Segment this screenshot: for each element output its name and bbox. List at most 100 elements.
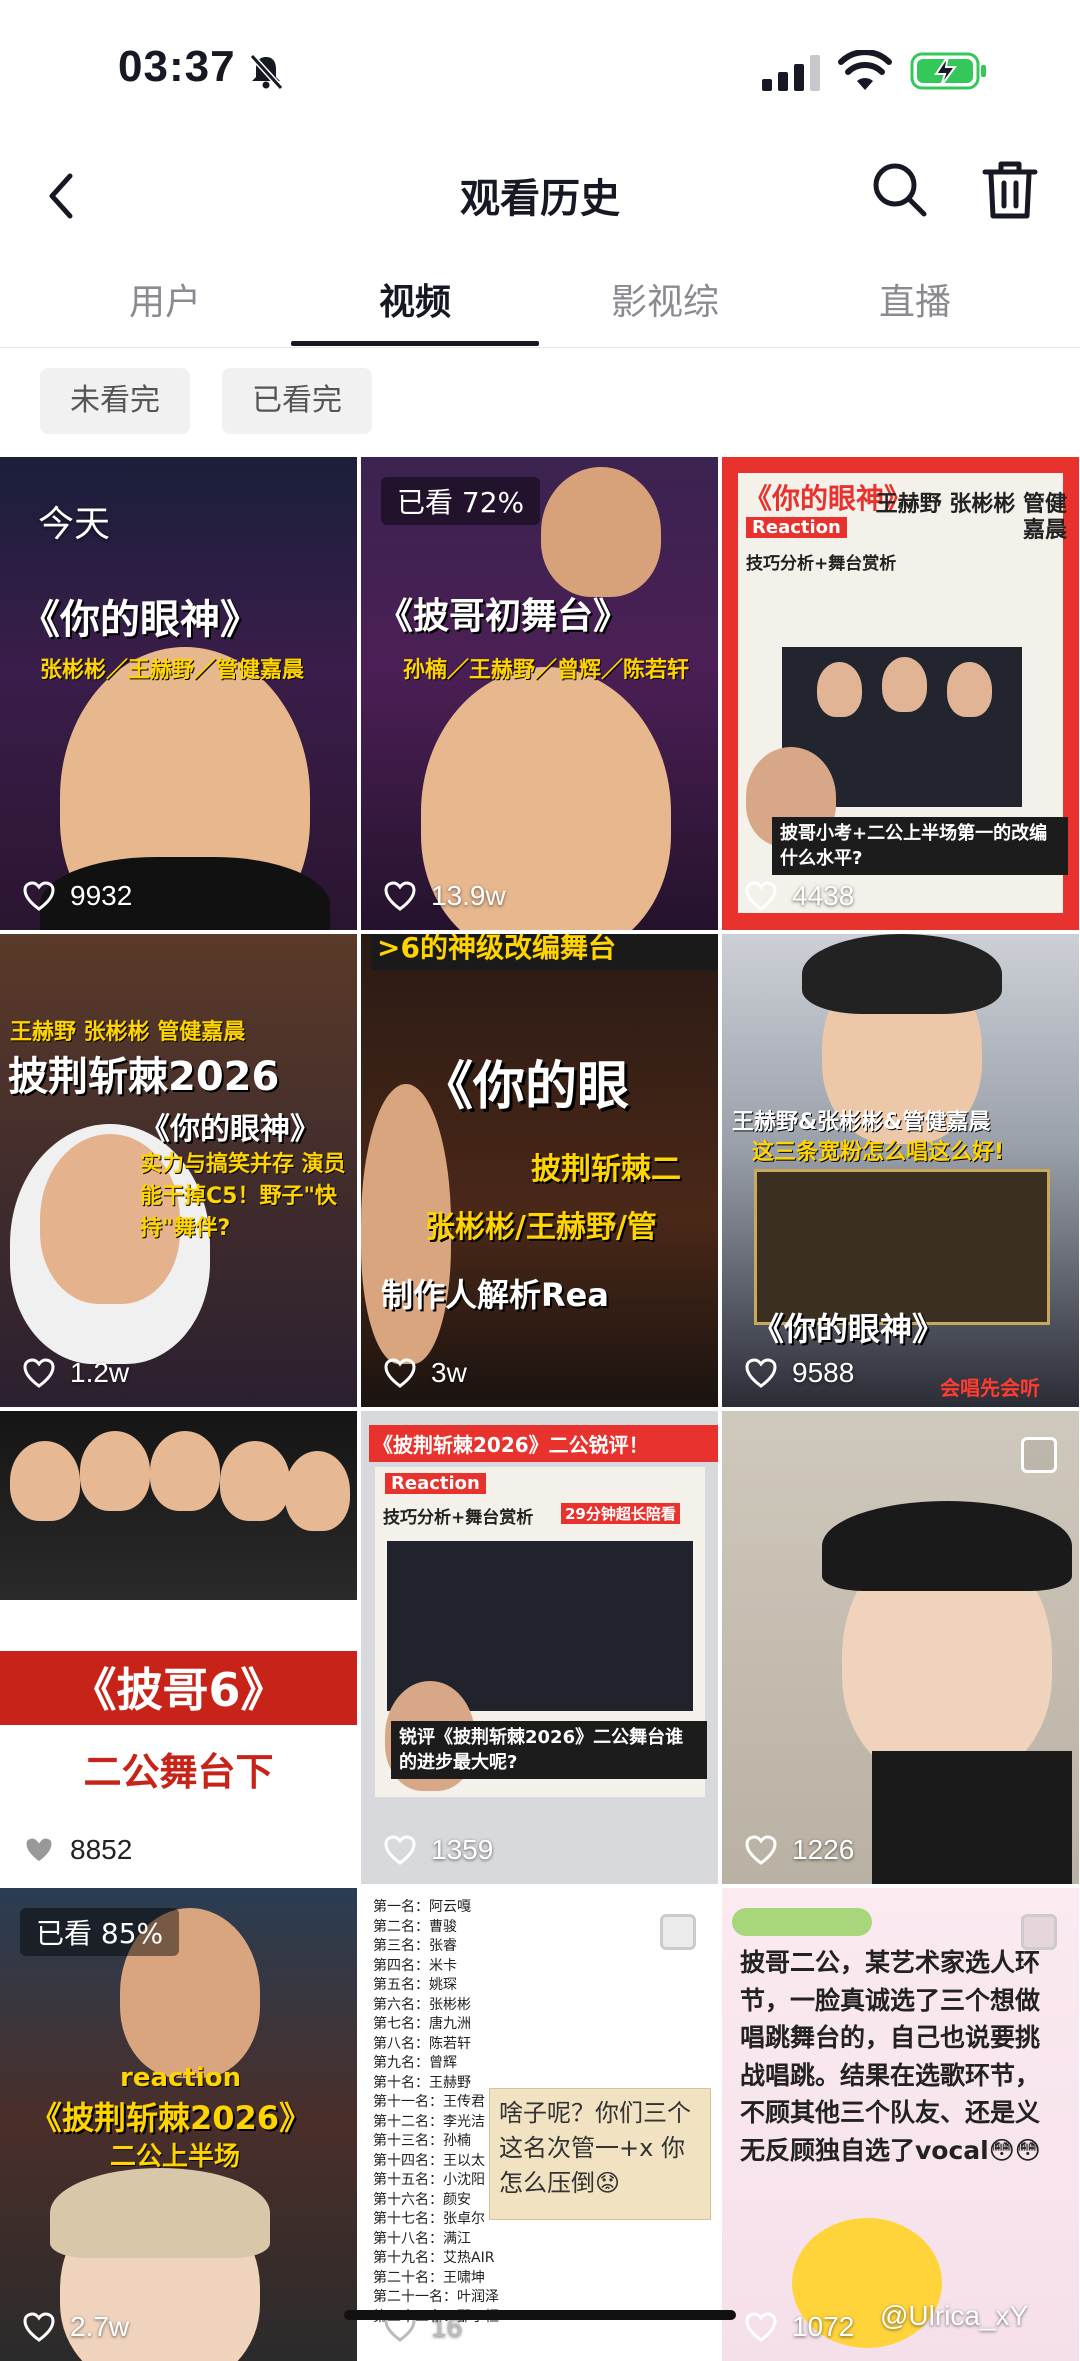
heart-icon (23, 1358, 55, 1388)
ranking-entry: 第九名：曾辉 (373, 2055, 457, 2071)
like-count: 1359 (383, 1834, 493, 1866)
ranking-entry: 第三名：张睿 (373, 1938, 457, 1954)
status-time: 03:37 (118, 42, 236, 91)
video-subtitle: 技巧分析+舞台赏析 (383, 1508, 534, 1528)
video-card[interactable]: 第一名：阿云嘎 第二名：曹骏 第三名：张睿 第四名：米卡 第五名：姚琛 第六名：张彬彬 第七… (361, 1888, 718, 2361)
heart-icon (745, 1835, 777, 1865)
video-subtitle: 披荆斩棘二 (531, 1152, 681, 1187)
wifi-icon (838, 50, 892, 90)
video-title: 《你的眼神》 (20, 597, 260, 643)
tab-live[interactable]: 直播 (790, 273, 1040, 325)
video-card[interactable]: 披哥二公，某艺术家选人环节，一脸真诚选了三个想做唱跳舞台的，自己也说要挑战唱跳。… (722, 1888, 1079, 2361)
video-title: 《披荆斩棘2026》 (30, 2099, 312, 2137)
ranking-entry: 第八名：陈若轩 (373, 2035, 471, 2052)
video-caption: 制作人解析Rea (381, 1276, 609, 1314)
active-tab-indicator (291, 341, 539, 346)
performer-names: 张彬彬/王赫野/管 (425, 1210, 657, 1245)
filter-unfinished[interactable]: 未看完 (40, 368, 190, 434)
video-subtitle: 孙楠／王赫野／曾辉／陈若轩 (403, 658, 690, 683)
video-card[interactable]: 1226 (722, 1411, 1079, 1884)
video-card[interactable]: 今天 《你的眼神》 张彬彬／王赫野／管健嘉晨 9932 (0, 457, 357, 930)
video-extra: 29分钟超长陪看 (561, 1503, 680, 1524)
video-subtitle: 《你的眼神》 (140, 1112, 320, 1147)
video-card[interactable]: 《你的眼神》 Reaction 技巧分析+舞台赏析 王赫野 张彬彬 管健嘉晨 披… (722, 457, 1079, 930)
handwritten-note: 啥子呢？你们三个这名次管一+x 你怎么压倒😟 (499, 2099, 691, 2197)
video-caption: 这三条宽粉怎么唱这么好! (752, 1140, 1005, 1165)
video-card[interactable]: 《披哥6》 二公舞台下 8852 (0, 1411, 357, 1884)
video-tag: Reaction (746, 517, 847, 538)
like-count: 1.2w (22, 1357, 129, 1389)
heart-icon (23, 1835, 55, 1865)
select-checkbox[interactable] (660, 1914, 696, 1950)
like-count: 3w (383, 1357, 467, 1389)
video-card[interactable]: 《披荆斩棘2026》二公锐评！ Reaction 技巧分析+舞台赏析 29分钟超… (361, 1411, 718, 1884)
cellular-signal-icon (762, 55, 820, 91)
heart-icon (23, 2312, 55, 2342)
heart-icon (23, 881, 55, 911)
ranking-entry: 第十九名：艾热AIR (373, 2250, 495, 2266)
watched-date-badge: 今天 (38, 504, 111, 545)
like-count: 4438 (744, 880, 854, 912)
performer-names: 王赫野 张彬彬 管健嘉晨 (10, 1020, 246, 1045)
select-checkbox[interactable] (1021, 1437, 1057, 1473)
delete-trash-icon[interactable] (980, 158, 1040, 222)
filter-finished[interactable]: 已看完 (222, 368, 372, 434)
ranking-entry: 第一名：阿云嘎 (373, 1899, 471, 1915)
video-title: 《你的眼神》 (752, 1310, 945, 1348)
video-card[interactable]: 王赫野&张彬彬&管健嘉晨 这三条宽粉怎么唱这么好! 《你的眼神》 会唱先会听 9… (722, 934, 1079, 1407)
video-card[interactable]: 王赫野 张彬彬 管健嘉晨 披荆斩棘2026 《你的眼神》 实力与搞笑并存 演员能… (0, 934, 357, 1407)
heart-icon (384, 1358, 416, 1388)
status-bar: 03:37 (0, 0, 1080, 140)
tab-users[interactable]: 用户 (40, 273, 290, 325)
ranking-entry: 第五名：姚琛 (373, 1977, 457, 1993)
video-caption: 锐评《披荆斩棘2026》二公舞台谁的进步最大呢? (391, 1721, 707, 1780)
watch-progress-badge: 已看 72% (381, 477, 541, 525)
video-caption: 实力与搞笑并存 演员能干掉C5！野子"快持"舞伴? (140, 1152, 346, 1241)
tab-film-tv-variety[interactable]: 影视综 (540, 273, 790, 325)
video-subtitle: 技巧分析+舞台赏析 (746, 554, 897, 574)
video-headline: >6的神级改编舞台 (371, 934, 718, 970)
video-tag: Reaction (385, 1473, 486, 1494)
like-count: 1072 (744, 2311, 854, 2343)
search-icon[interactable] (868, 158, 932, 222)
video-card[interactable]: >6的神级改编舞台 《你的眼 披荆斩棘二 张彬彬/王赫野/管 制作人解析Rea … (361, 934, 718, 1407)
like-count: 13.9w (383, 880, 506, 912)
video-subtitle: 二公上半场 (110, 2142, 241, 2172)
mute-bell-icon (249, 53, 284, 91)
select-checkbox[interactable] (1021, 1914, 1057, 1950)
performer-names: 王赫野&张彬彬&管健嘉晨 (732, 1110, 991, 1135)
heart-icon (384, 1835, 416, 1865)
video-card[interactable]: 已看 85% reaction 《披荆斩棘2026》 二公上半场 2.7w (0, 1888, 357, 2361)
video-title: 《你的眼 (421, 1057, 630, 1117)
video-card[interactable]: 已看 72% 《披哥初舞台》 孙楠／王赫野／曾辉／陈若轩 13.9w (361, 457, 718, 930)
performer-names: 王赫野 张彬彬 管健嘉晨 (875, 492, 1067, 544)
heart-icon (384, 881, 416, 911)
ranking-entry: 第二名：曹骏 (373, 1918, 457, 1935)
video-subtitle: 张彬彬／王赫野／管健嘉晨 (40, 658, 305, 683)
video-subtitle: 二公舞台下 (83, 1750, 274, 1794)
tab-bar: 用户 视频 影视综 直播 (0, 255, 1080, 348)
video-title: 《披荆斩棘2026》二公锐评！ (369, 1425, 718, 1462)
like-count: 9588 (744, 1357, 854, 1389)
ranking-entry: 第四名：米卡 (373, 1957, 457, 1974)
ranking-entry: 第十八名：满江 (373, 2230, 471, 2247)
heart-icon (745, 1358, 777, 1388)
video-title: 《披哥初舞台》 (377, 596, 630, 637)
tab-videos[interactable]: 视频 (290, 273, 540, 325)
ranking-entry: 第六名：张彬彬 (373, 1996, 471, 2013)
video-title: 披荆斩棘2026 (8, 1054, 280, 1100)
heart-icon (745, 881, 777, 911)
watch-progress-badge: 已看 85% (20, 1908, 180, 1956)
video-caption: 披哥小考+二公上半场第一的改编什么水平? (772, 817, 1068, 876)
ranking-entry: 第七名：唐九洲 (373, 2016, 471, 2032)
top-bar: 观看历史 (0, 140, 1080, 250)
video-title: 《披哥6》 (70, 1663, 287, 1717)
heart-icon (745, 2312, 777, 2342)
like-count: 1226 (744, 1834, 854, 1866)
ranking-entry: 第二十名：王啸坤 (373, 2269, 485, 2286)
video-footer: 会唱先会听 (940, 1376, 1040, 1400)
like-count: 9932 (22, 880, 132, 912)
like-count: 8852 (22, 1834, 132, 1866)
home-indicator[interactable] (344, 2310, 736, 2320)
author-watermark: @Ulrica_xY (880, 2300, 1029, 2331)
